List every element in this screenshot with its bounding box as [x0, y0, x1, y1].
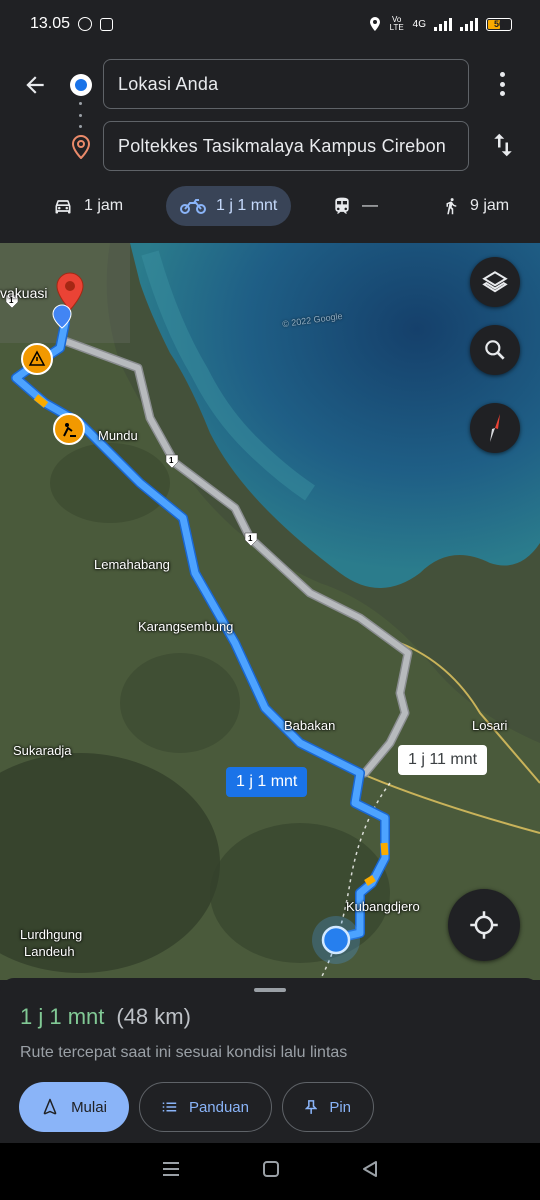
- map-label: Kubangdjero: [346, 899, 420, 914]
- roadwork-hazard-icon[interactable]: [53, 413, 85, 445]
- volte-indicator: Vo LTE: [389, 15, 404, 32]
- map-label: Babakan: [284, 718, 336, 733]
- system-nav-bar: [0, 1143, 540, 1200]
- map-label: vakuasi: [0, 285, 48, 301]
- start-button-label: Mulai: [71, 1098, 107, 1116]
- primary-route-label[interactable]: 1 j 1 mnt: [226, 767, 308, 797]
- pin-icon: [305, 1100, 318, 1114]
- guide-button-label: Panduan: [188, 1098, 249, 1116]
- swap-button[interactable]: [488, 130, 518, 160]
- mode-walk[interactable]: 9 jam: [442, 186, 509, 226]
- recents-button[interactable]: [161, 1160, 181, 1183]
- travel-modes: 1 jam 1 j 1 mnt — 9 jam: [0, 186, 540, 230]
- instagram-icon: [100, 17, 114, 31]
- network-type: 4G: [412, 18, 426, 30]
- clock: 13.05: [30, 15, 71, 32]
- eta-distance: (48 km): [116, 1004, 191, 1029]
- map-label: Mundu: [98, 428, 138, 443]
- arrow-back-icon: [26, 76, 44, 94]
- road-shield: 1: [248, 534, 253, 543]
- map-label: Karangsembung: [138, 619, 234, 634]
- home-square-icon: [262, 1161, 279, 1177]
- origin-dot-icon: [70, 74, 92, 96]
- compass-icon: [490, 414, 500, 442]
- alternative-route-label[interactable]: 1 j 11 mnt: [398, 745, 488, 775]
- train-icon: [335, 197, 349, 214]
- mode-car[interactable]: 1 jam: [52, 186, 123, 226]
- destination-field[interactable]: Poltekkes Tasikmalaya Kampus Cirebon: [103, 121, 469, 171]
- search-icon: [485, 340, 505, 360]
- status-bar: 13.05 Vo LTE 4G 50: [0, 0, 540, 48]
- compass-button[interactable]: [470, 403, 520, 453]
- pin-button[interactable]: Pin: [282, 1082, 374, 1132]
- directions-header: Lokasi Anda Poltekkes Tasikmalaya Kampus…: [0, 48, 540, 243]
- action-buttons: Mulai Panduan Pin: [19, 1082, 374, 1132]
- whatsapp-icon: [78, 17, 93, 31]
- menu-icon: [162, 1162, 179, 1176]
- home-button[interactable]: [262, 1160, 280, 1183]
- signal-2-icon: [460, 17, 478, 31]
- route-description: Rute tercepat saat ini sesuai kondisi la…: [20, 1044, 348, 1061]
- signal-icon: [434, 17, 452, 31]
- walk-icon: [446, 198, 457, 215]
- route-summary-sheet: 1 j 1 mnt (48 km) Rute tercepat saat ini…: [0, 978, 540, 1143]
- map-label: Sukaradja: [13, 743, 72, 758]
- my-location-button[interactable]: [448, 889, 520, 961]
- search-button[interactable]: [470, 325, 520, 375]
- route-dots-icon: [79, 102, 83, 128]
- car-icon: [55, 200, 71, 214]
- location-icon: [369, 17, 380, 31]
- more-options-button[interactable]: [490, 70, 514, 98]
- system-back-button[interactable]: [361, 1160, 379, 1183]
- eta-time: 1 j 1 mnt: [20, 1004, 105, 1029]
- road-shield: 1: [9, 296, 14, 305]
- mode-car-label: 1 jam: [84, 197, 124, 214]
- pin-button-label: Pin: [329, 1098, 351, 1116]
- map-label: Lurdhgung: [20, 927, 83, 942]
- map-label: Landeuh: [24, 944, 75, 959]
- destination-pin-icon: [71, 134, 91, 164]
- back-triangle-icon: [363, 1161, 378, 1177]
- crosshair-icon: [470, 911, 498, 939]
- mode-walk-label: 9 jam: [470, 197, 510, 214]
- layers-icon: [482, 271, 508, 293]
- guide-button[interactable]: Panduan: [139, 1082, 272, 1132]
- swap-vertical-icon: [494, 133, 512, 157]
- list-icon: [162, 1102, 177, 1112]
- mode-transit-label: —: [362, 197, 378, 214]
- map-label: Lemahabang: [94, 557, 170, 572]
- origin-field[interactable]: Lokasi Anda: [103, 59, 469, 109]
- road-shield: 1: [169, 456, 174, 465]
- map-view[interactable]: vakuasi Mundu Lemahabang Karangsembung B…: [0, 243, 540, 980]
- start-button[interactable]: Mulai: [19, 1082, 129, 1132]
- mode-motorcycle-label: 1 j 1 mnt: [216, 197, 278, 214]
- motorcycle-icon: [180, 199, 206, 214]
- map-canvas: [0, 243, 540, 980]
- mode-motorcycle[interactable]: 1 j 1 mnt: [166, 186, 292, 226]
- navigation-arrow-icon: [43, 1098, 57, 1115]
- construction-hazard-icon[interactable]: [21, 343, 53, 375]
- map-label: Losari: [472, 718, 508, 733]
- layers-button[interactable]: [470, 257, 520, 307]
- eta-row: 1 j 1 mnt (48 km): [20, 1004, 191, 1030]
- back-button[interactable]: [20, 70, 50, 100]
- mode-transit[interactable]: —: [332, 186, 378, 226]
- drag-handle[interactable]: [254, 988, 286, 992]
- battery-icon: 50: [486, 17, 512, 31]
